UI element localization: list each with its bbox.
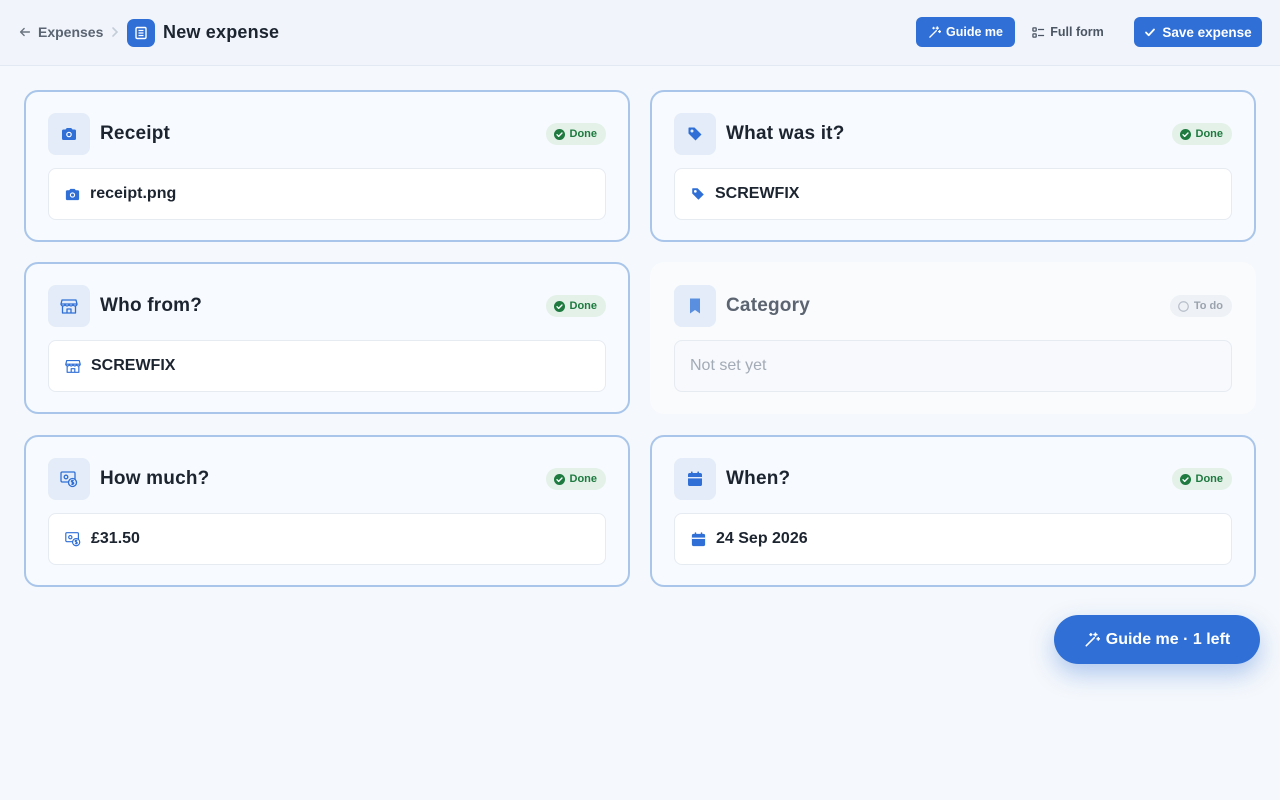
save-expense-button[interactable]: Save expense [1134, 17, 1262, 47]
tag-icon [674, 113, 716, 155]
status-badge-label: Done [569, 300, 598, 312]
what-was-it-card[interactable]: What was it? Done SCREWFIX [650, 90, 1256, 242]
status-badge-label: Done [569, 128, 598, 140]
category-card[interactable]: Category To do Not set yet [650, 262, 1256, 414]
back-to-expenses-link[interactable]: Expenses [18, 22, 103, 42]
status-badge: To do [1169, 295, 1232, 317]
page-title: New expense [163, 22, 280, 42]
category-value[interactable]: Not set yet [674, 340, 1232, 392]
when-value-text: 24 Sep 2026 [716, 530, 808, 547]
how-much-value-text: £31.50 [91, 530, 140, 547]
who-from-value-text: SCREWFIX [91, 357, 176, 374]
calendar-icon [674, 458, 716, 500]
category-card-title: Category [726, 295, 810, 316]
status-badge-label: To do [1193, 300, 1223, 312]
check-icon [1145, 28, 1156, 37]
camera-icon [48, 113, 90, 155]
check-circle-icon [1179, 473, 1191, 485]
guide-me-label: Guide me [946, 25, 1003, 39]
floating-guide-me-label: Guide me · 1 left [1105, 630, 1231, 648]
magic-wand-icon [1085, 631, 1100, 647]
receipt-value-text: receipt.png [90, 185, 177, 202]
save-expense-label: Save expense [1162, 24, 1252, 40]
floating-guide-me-button[interactable]: Guide me · 1 left [1054, 615, 1260, 664]
tag-icon [692, 188, 704, 200]
how-much-card[interactable]: How much? Done £31.50 [24, 435, 630, 587]
full-form-label: Full form [1050, 25, 1104, 39]
what-was-it-value[interactable]: SCREWFIX [674, 168, 1232, 220]
when-card-title: When? [726, 468, 791, 489]
check-circle-icon [553, 473, 565, 485]
status-badge: Done [545, 123, 606, 145]
guide-me-button[interactable]: Guide me [916, 17, 1015, 47]
who-from-card[interactable]: Who from? Done SCREWFIX [24, 262, 630, 414]
empty-circle-icon [1178, 300, 1189, 312]
status-badge: Done [545, 468, 606, 490]
status-badge: Done [1171, 468, 1232, 490]
status-badge: Done [545, 295, 606, 317]
status-badge-label: Done [569, 473, 598, 485]
receipt-card-title: Receipt [100, 123, 171, 144]
how-much-card-title: How much? [100, 468, 210, 489]
check-circle-icon [553, 128, 565, 140]
who-from-card-title: Who from? [100, 295, 203, 316]
magic-wand-icon [929, 25, 942, 38]
check-circle-icon [1179, 128, 1191, 140]
receipt-doc-icon [127, 19, 155, 47]
receipt-card[interactable]: Receipt Done receipt.png [24, 90, 630, 242]
chevron-right-icon [112, 27, 119, 37]
camera-icon [65, 188, 80, 200]
how-much-value[interactable]: £31.50 [48, 513, 606, 565]
calendar-icon [691, 531, 706, 546]
checklist-icon [1032, 26, 1045, 38]
receipt-value[interactable]: receipt.png [48, 168, 606, 220]
back-link-label: Expenses [38, 24, 104, 40]
full-form-button[interactable]: Full form [1022, 17, 1114, 47]
check-circle-icon [553, 300, 565, 312]
when-value[interactable]: 24 Sep 2026 [674, 513, 1232, 565]
store-icon [48, 285, 90, 327]
who-from-value[interactable]: SCREWFIX [48, 340, 606, 392]
status-badge: Done [1171, 123, 1232, 145]
money-icon [65, 532, 81, 547]
status-badge-label: Done [1195, 128, 1224, 140]
what-was-it-value-text: SCREWFIX [715, 185, 800, 202]
bookmark-icon [674, 285, 716, 327]
category-placeholder-text: Not set yet [690, 357, 767, 374]
when-card[interactable]: When? Done 24 Sep 2026 [650, 435, 1256, 587]
money-icon [48, 458, 90, 500]
status-badge-label: Done [1195, 473, 1224, 485]
top-bar: Expenses New expense Guide me Full form … [0, 0, 1280, 66]
what-was-it-card-title: What was it? [726, 123, 845, 144]
store-icon [65, 360, 81, 373]
arrow-left-icon [19, 27, 31, 37]
